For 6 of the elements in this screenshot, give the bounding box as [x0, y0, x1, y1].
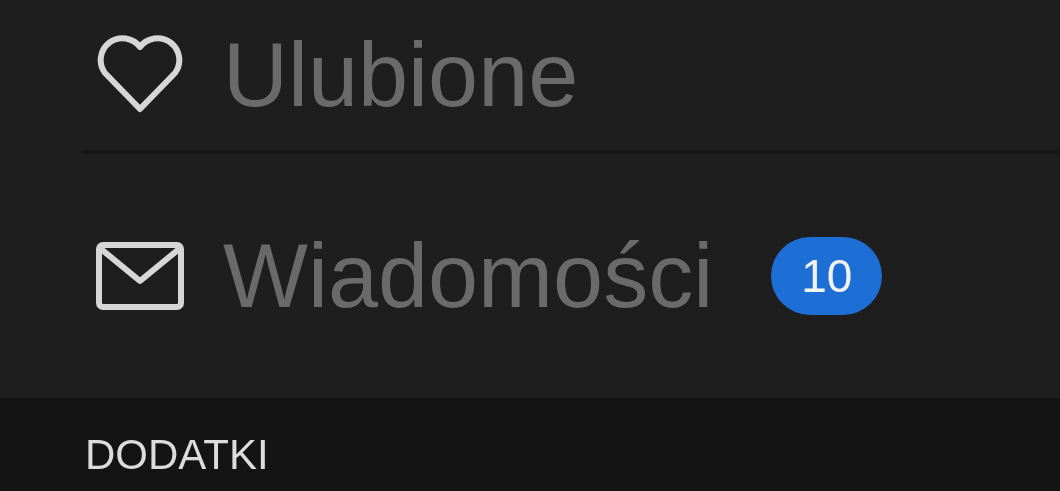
count-badge: 10: [771, 236, 883, 316]
section-title: DODATKI: [85, 431, 269, 478]
menu-item-label[interactable]: Wiadomości: [223, 226, 714, 326]
menu-item-label[interactable]: Ulubione: [223, 25, 579, 125]
envelope-icon: [95, 241, 185, 311]
heart-icon: [95, 35, 185, 115]
